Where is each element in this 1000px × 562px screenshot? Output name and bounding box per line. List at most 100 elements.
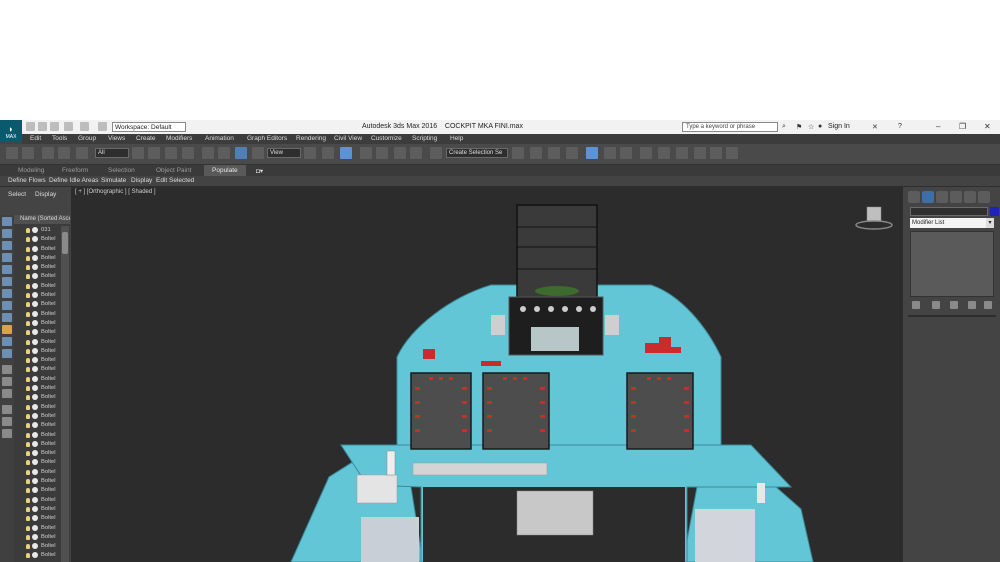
menu-animation[interactable]: Animation [205,135,234,142]
undo-icon[interactable] [6,147,18,159]
select-by-name-icon[interactable] [148,147,160,159]
hierarchy-tab-icon[interactable] [936,191,948,203]
light-bulb-icon[interactable] [26,553,30,559]
modifier-list-dropdown[interactable]: Modifier List [910,218,994,228]
light-bulb-icon[interactable] [26,544,30,550]
list-item[interactable]: Boltel [14,477,60,486]
motion-tab-icon[interactable] [950,191,962,203]
configure-modifier-sets-icon[interactable] [984,301,992,309]
menu-group[interactable]: Group [78,135,96,142]
light-bulb-icon[interactable] [26,274,30,280]
light-bulb-icon[interactable] [26,237,30,243]
name-column-header[interactable]: Name (Sorted Ascen [14,215,70,224]
explorer-scrollbar[interactable] [61,226,69,562]
list-item[interactable]: Boltel [14,403,60,412]
snaps-toggle-icon[interactable] [360,147,372,159]
list-item[interactable]: Boltel [14,300,60,309]
display-hidden-icon[interactable] [2,349,12,358]
light-bulb-icon[interactable] [26,386,30,392]
place-icon[interactable] [252,147,264,159]
edit-named-selection-icon[interactable] [430,147,442,159]
unlink-icon[interactable] [58,147,70,159]
curve-editor-icon[interactable] [604,147,616,159]
list-item[interactable]: Boltel [14,421,60,430]
list-item[interactable]: Boltel [14,291,60,300]
find-icon[interactable] [2,417,12,426]
scene-explorer-toggle-icon[interactable] [548,147,560,159]
list-item[interactable]: Boltel [14,235,60,244]
menu-views[interactable]: Views [108,135,125,142]
list-item[interactable]: Boltel [14,365,60,374]
render-iterative-icon[interactable] [710,147,722,159]
list-item[interactable]: Boltel [14,486,60,495]
list-item[interactable]: Boltel [14,440,60,449]
list-item[interactable]: Boltel [14,458,60,467]
display-space-warps-icon[interactable] [2,277,12,286]
exchange-apps-icon[interactable]: ✕ [872,123,878,131]
remove-modifier-icon[interactable] [968,301,976,309]
search-binoculars-icon[interactable]: ⌕ [782,123,786,131]
chevron-down-icon[interactable]: ▾ [986,218,994,228]
menu-scripting[interactable]: Scripting [412,135,437,142]
light-bulb-icon[interactable] [26,413,30,419]
list-item[interactable]: Boltel [14,449,60,458]
settings-icon[interactable] [2,429,12,438]
display-tab-icon[interactable] [964,191,976,203]
light-bulb-icon[interactable] [26,265,30,271]
list-item[interactable]: Boltel [14,282,60,291]
rotate-icon[interactable] [218,147,230,159]
display-frozen-icon[interactable] [2,337,12,346]
tab-selection[interactable]: Selection [108,167,135,174]
display-shapes-icon[interactable] [2,229,12,238]
object-name-field[interactable] [910,207,988,216]
list-item[interactable]: Boltel [14,551,60,560]
search-input[interactable]: Type a keyword or phrase [682,122,778,132]
spinner-snap-icon[interactable] [410,147,422,159]
light-bulb-icon[interactable] [26,376,30,382]
list-item[interactable]: Boltel [14,542,60,551]
angle-snap-icon[interactable] [376,147,388,159]
light-bulb-icon[interactable] [26,246,30,252]
object-color-swatch[interactable] [990,207,999,216]
application-menu-button[interactable]: ◗ MAX [0,120,22,142]
light-bulb-icon[interactable] [26,506,30,512]
scene-tab-select[interactable]: Select [8,191,26,198]
list-item[interactable]: Boltel [14,263,60,272]
tab-freeform[interactable]: Freeform [62,167,88,174]
display-button[interactable]: Display [131,177,152,184]
light-bulb-icon[interactable] [26,451,30,457]
graphite-ribbon-toggle-icon[interactable] [586,147,598,159]
save-file-icon[interactable] [50,122,59,131]
light-bulb-icon[interactable] [26,516,30,522]
project-folder-icon[interactable] [98,122,107,131]
orthographic-viewport[interactable]: [ + ] [Orthographic ] [ Shaded ] [71,187,903,562]
light-bulb-icon[interactable] [26,423,30,429]
menu-graph-editors[interactable]: Graph Editors [247,135,287,142]
schematic-view-icon[interactable] [620,147,632,159]
menu-rendering[interactable]: Rendering [296,135,326,142]
select-manipulate-icon[interactable] [322,147,334,159]
list-item[interactable]: Boltel [14,356,60,365]
list-item[interactable]: Boltel [14,319,60,328]
light-bulb-icon[interactable] [26,460,30,466]
light-bulb-icon[interactable] [26,432,30,438]
list-item[interactable]: Boltel [14,254,60,263]
workspace-dropdown[interactable]: Workspace: Default [112,122,186,132]
simulate-button[interactable]: Simulate [101,177,126,184]
menu-civil-view[interactable]: Civil View [334,135,362,142]
light-bulb-icon[interactable] [26,469,30,475]
list-item[interactable]: Boltel [14,272,60,281]
define-flows-button[interactable]: Define Flows [8,177,46,184]
percent-snap-icon[interactable] [394,147,406,159]
sign-in-button[interactable]: Sign In [828,123,850,130]
light-bulb-icon[interactable] [26,497,30,503]
list-item[interactable]: Boltel [14,393,60,402]
list-item[interactable]: Boltel [14,310,60,319]
menu-help[interactable]: Help [450,135,463,142]
list-item[interactable]: Boltel [14,505,60,514]
display-all-icon[interactable] [2,365,12,374]
selection-filter-dropdown[interactable]: All [95,148,129,158]
list-item[interactable]: Boltel [14,375,60,384]
define-idle-areas-button[interactable]: Define Idle Areas [49,177,99,184]
light-bulb-icon[interactable] [26,479,30,485]
